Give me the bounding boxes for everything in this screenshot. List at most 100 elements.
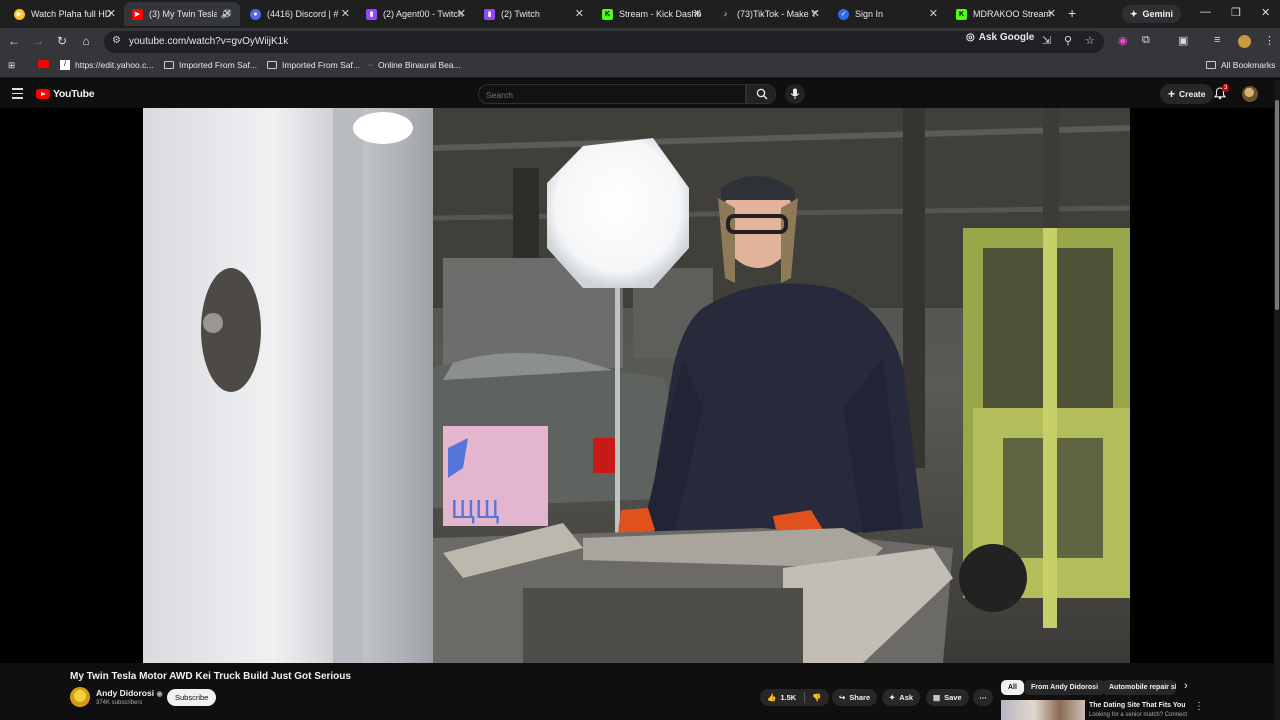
scrollbar-thumb[interactable] bbox=[1275, 100, 1279, 310]
voice-search-button[interactable] bbox=[785, 84, 805, 104]
close-window-icon[interactable]: ✕ bbox=[1261, 6, 1270, 19]
profile-avatar-icon[interactable] bbox=[1238, 35, 1251, 48]
gemini-label: Gemini bbox=[1142, 9, 1174, 19]
browser-tab[interactable]: K MDRAKOO Stream ✕ bbox=[948, 2, 1064, 26]
tab-label: MDRAKOO Stream bbox=[973, 9, 1052, 19]
reload-icon[interactable]: ↻ bbox=[54, 34, 70, 48]
microphone-icon bbox=[790, 88, 800, 99]
verified-badge-icon: ◉ bbox=[156, 691, 163, 698]
home-icon[interactable]: ⌂ bbox=[78, 34, 94, 48]
back-arrow-icon[interactable]: ← bbox=[6, 34, 22, 48]
bookmark-folder[interactable]: Imported From Saf... bbox=[164, 60, 257, 70]
bookmark-item[interactable]: ~ Online Binaural Bea... bbox=[368, 60, 461, 70]
plus-icon: + bbox=[1168, 87, 1176, 101]
thumbs-down-icon[interactable]: 👎 bbox=[812, 693, 821, 702]
save-button[interactable]: ▤ Save bbox=[926, 689, 969, 706]
lens-icon: ◎ bbox=[966, 32, 975, 43]
browser-tab[interactable]: ● (4416) Discord | # ✕ bbox=[242, 2, 358, 26]
install-app-icon[interactable]: ⇲ bbox=[1042, 34, 1051, 47]
video-title: My Twin Tesla Motor AWD Kei Truck Build … bbox=[70, 671, 351, 682]
address-url: youtube.com/watch?v=gvOyWiijK1k bbox=[129, 36, 289, 47]
forward-arrow-icon[interactable]: → bbox=[30, 34, 46, 48]
search-icon bbox=[756, 88, 768, 100]
browser-tab[interactable]: ▮ (2) Agent00 - Twitch ✕ bbox=[358, 2, 474, 26]
browser-tab[interactable]: ▶ Watch Plaha full HD ✕ bbox=[6, 2, 124, 26]
ad-title[interactable]: The Dating Site That Fits You bbox=[1089, 702, 1186, 709]
extensions-puzzle-icon[interactable]: ⧉ bbox=[1142, 34, 1150, 47]
site-info-icon[interactable]: ⚙ bbox=[112, 35, 121, 46]
channel-name[interactable]: Andy Didorosi ◉ bbox=[96, 688, 163, 698]
bookmark-star-icon[interactable]: ☆ bbox=[1085, 34, 1095, 47]
tab-label: (2) Agent00 - Twitch bbox=[383, 9, 463, 19]
chip-all[interactable]: All bbox=[1001, 680, 1024, 695]
restore-icon[interactable]: ❐ bbox=[1231, 6, 1241, 19]
share-button[interactable]: ↪ Share bbox=[832, 689, 878, 706]
youtube-header: YouTube + Create 3 bbox=[0, 80, 1280, 108]
apps-grid-icon[interactable]: ⊞ bbox=[8, 60, 15, 71]
youtube-logo-text: YouTube bbox=[53, 88, 95, 100]
chip-from-channel[interactable]: From Andy Didorosi bbox=[1024, 680, 1106, 695]
ask-google-button[interactable]: ◎ Ask Google bbox=[966, 32, 1034, 43]
tab-close-icon[interactable]: ✕ bbox=[457, 7, 466, 21]
media-controls-icon[interactable]: ≡ bbox=[1214, 34, 1220, 46]
video-frame[interactable]: ЩЩ bbox=[143, 108, 1130, 663]
ask-button[interactable]: ✦ Ask bbox=[882, 689, 921, 706]
tab-close-icon[interactable]: ✕ bbox=[223, 7, 232, 21]
page-scrollbar[interactable] bbox=[1274, 80, 1280, 720]
chip-topic[interactable]: Automobile repair sh bbox=[1102, 680, 1176, 695]
bookmark-item[interactable]: / https://edit.yahoo.c... bbox=[60, 60, 153, 70]
folder-icon bbox=[164, 61, 174, 69]
more-actions-button[interactable]: ⋯ bbox=[973, 689, 993, 706]
chips-next-chevron-icon[interactable]: › bbox=[1184, 680, 1188, 692]
account-avatar[interactable] bbox=[1242, 86, 1258, 102]
youtube-bookmark-icon[interactable] bbox=[38, 60, 49, 68]
tab-close-icon[interactable]: ✕ bbox=[693, 7, 702, 21]
tab-close-icon[interactable]: ✕ bbox=[1047, 7, 1056, 21]
tab-close-icon[interactable]: ✕ bbox=[575, 7, 584, 21]
zoom-icon[interactable]: ⚲ bbox=[1064, 34, 1072, 47]
browser-tab[interactable]: ✓ Sign In ✕ bbox=[830, 2, 946, 26]
tab-close-icon[interactable]: ✕ bbox=[107, 7, 116, 21]
tab-label: Sign In bbox=[855, 9, 884, 19]
browser-tab[interactable]: K Stream - Kick Dashb ✕ bbox=[594, 2, 710, 26]
save-playlist-icon: ▤ bbox=[933, 693, 941, 702]
more-menu-icon[interactable]: ⋮ bbox=[1264, 34, 1275, 47]
search-box[interactable] bbox=[478, 84, 746, 104]
tab-label: (2) Twitch bbox=[501, 9, 540, 19]
ad-more-icon[interactable]: ⋮ bbox=[1194, 701, 1204, 712]
video-player[interactable]: ЩЩ bbox=[0, 108, 1274, 663]
side-panel-icon[interactable]: ▣ bbox=[1178, 34, 1188, 47]
search-input[interactable] bbox=[479, 86, 745, 104]
thumbs-up-icon: 👍 bbox=[767, 693, 777, 702]
extension-color-icon[interactable]: ◉ bbox=[1118, 34, 1128, 47]
address-bar[interactable]: ⚙ youtube.com/watch?v=gvOyWiijK1k bbox=[104, 31, 1104, 53]
bookmark-folder[interactable]: Imported From Saf... bbox=[267, 60, 360, 70]
all-bookmarks-button[interactable]: All Bookmarks bbox=[1206, 60, 1275, 70]
bookmark-label: https://edit.yahoo.c... bbox=[75, 60, 154, 70]
browser-tab-active[interactable]: ▶ (3) My Twin Tesla 🔊 ✕ bbox=[124, 2, 240, 26]
video-frame-image: ЩЩ bbox=[143, 108, 1130, 663]
like-dislike-divider bbox=[804, 692, 806, 703]
like-count: 1.5K bbox=[780, 693, 797, 702]
svg-text:ЩЩ: ЩЩ bbox=[451, 494, 500, 524]
channel-avatar[interactable] bbox=[70, 687, 90, 707]
tab-close-icon[interactable]: ✕ bbox=[929, 7, 938, 21]
tab-close-icon[interactable]: ✕ bbox=[341, 7, 350, 21]
create-button[interactable]: + Create bbox=[1160, 84, 1214, 104]
tab-label: (4416) Discord | # bbox=[267, 9, 339, 19]
hamburger-menu-icon[interactable] bbox=[12, 88, 23, 102]
tab-label: (73)TikTok - Make Y bbox=[737, 9, 818, 19]
subscribe-button[interactable]: Subscribe bbox=[167, 689, 217, 706]
gemini-button[interactable]: ✦ Gemini bbox=[1122, 5, 1182, 23]
minimize-icon[interactable]: — bbox=[1200, 6, 1211, 18]
ad-thumbnail[interactable] bbox=[1001, 700, 1085, 720]
search-button[interactable] bbox=[746, 84, 776, 104]
browser-tab[interactable]: ♪ (73)TikTok - Make Y ✕ bbox=[712, 2, 828, 26]
like-button[interactable]: 👍 1.5K 👎 bbox=[760, 689, 829, 706]
twitch-favicon-icon: ▮ bbox=[366, 8, 377, 20]
tab-close-icon[interactable]: ✕ bbox=[811, 7, 820, 21]
tiktok-favicon-icon: ♪ bbox=[720, 8, 731, 20]
new-tab-plus-icon[interactable]: + bbox=[1068, 5, 1076, 21]
youtube-logo[interactable]: YouTube bbox=[36, 88, 95, 100]
browser-tab[interactable]: ▮ (2) Twitch ✕ bbox=[476, 2, 592, 26]
